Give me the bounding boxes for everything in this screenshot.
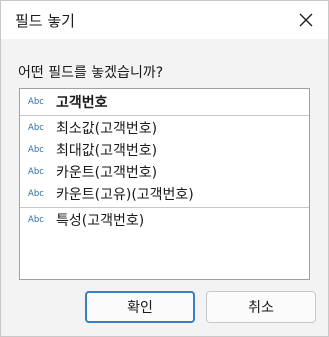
string-type-icon: Abc	[28, 189, 44, 199]
string-type-icon: Abc	[28, 145, 44, 155]
field-list[interactable]: Abc 고객번호 Abc 최소값(고객번호) Abc 최대값(고객번호) Abc…	[19, 88, 310, 280]
ok-button[interactable]: 확인	[85, 291, 195, 323]
title-bar: 필드 놓기	[1, 1, 328, 39]
dialog-title: 필드 놓기	[15, 12, 75, 30]
list-item-label: 특성(고객번호)	[56, 213, 145, 229]
list-item[interactable]: Abc 특성(고객번호)	[20, 208, 309, 232]
string-type-icon: Abc	[28, 167, 44, 177]
field-group-aggregations: Abc 최소값(고객번호) Abc 최대값(고객번호) Abc 카운트(고객번호…	[20, 116, 309, 208]
list-item[interactable]: Abc 최대값(고객번호)	[20, 139, 309, 161]
list-item[interactable]: Abc 카운트(고객번호)	[20, 161, 309, 183]
cancel-button[interactable]: 취소	[206, 291, 316, 323]
string-type-icon: Abc	[28, 97, 44, 107]
field-group-dimension: Abc 고객번호	[20, 89, 309, 116]
string-type-icon: Abc	[28, 215, 44, 225]
list-item[interactable]: Abc 고객번호	[20, 89, 309, 115]
prompt-text: 어떤 필드를 놓겠습니까?	[18, 65, 164, 81]
close-icon	[299, 13, 313, 27]
list-item-label: 카운트(고객번호)	[56, 165, 158, 181]
list-item-label: 카운트(고유)(고객번호)	[56, 187, 194, 203]
list-item-label: 고객번호	[56, 95, 108, 111]
list-item-label: 최대값(고객번호)	[56, 143, 158, 159]
list-item[interactable]: Abc 카운트(고유)(고객번호)	[20, 183, 309, 205]
drop-field-dialog: 필드 놓기 어떤 필드를 놓겠습니까? Abc 고객번호 Abc 최소값(고객번…	[0, 0, 329, 337]
field-group-attribute: Abc 특성(고객번호)	[20, 208, 309, 232]
list-item-label: 최소값(고객번호)	[56, 121, 158, 137]
string-type-icon: Abc	[28, 123, 44, 133]
list-item[interactable]: Abc 최소값(고객번호)	[20, 117, 309, 139]
close-button[interactable]	[290, 4, 322, 36]
